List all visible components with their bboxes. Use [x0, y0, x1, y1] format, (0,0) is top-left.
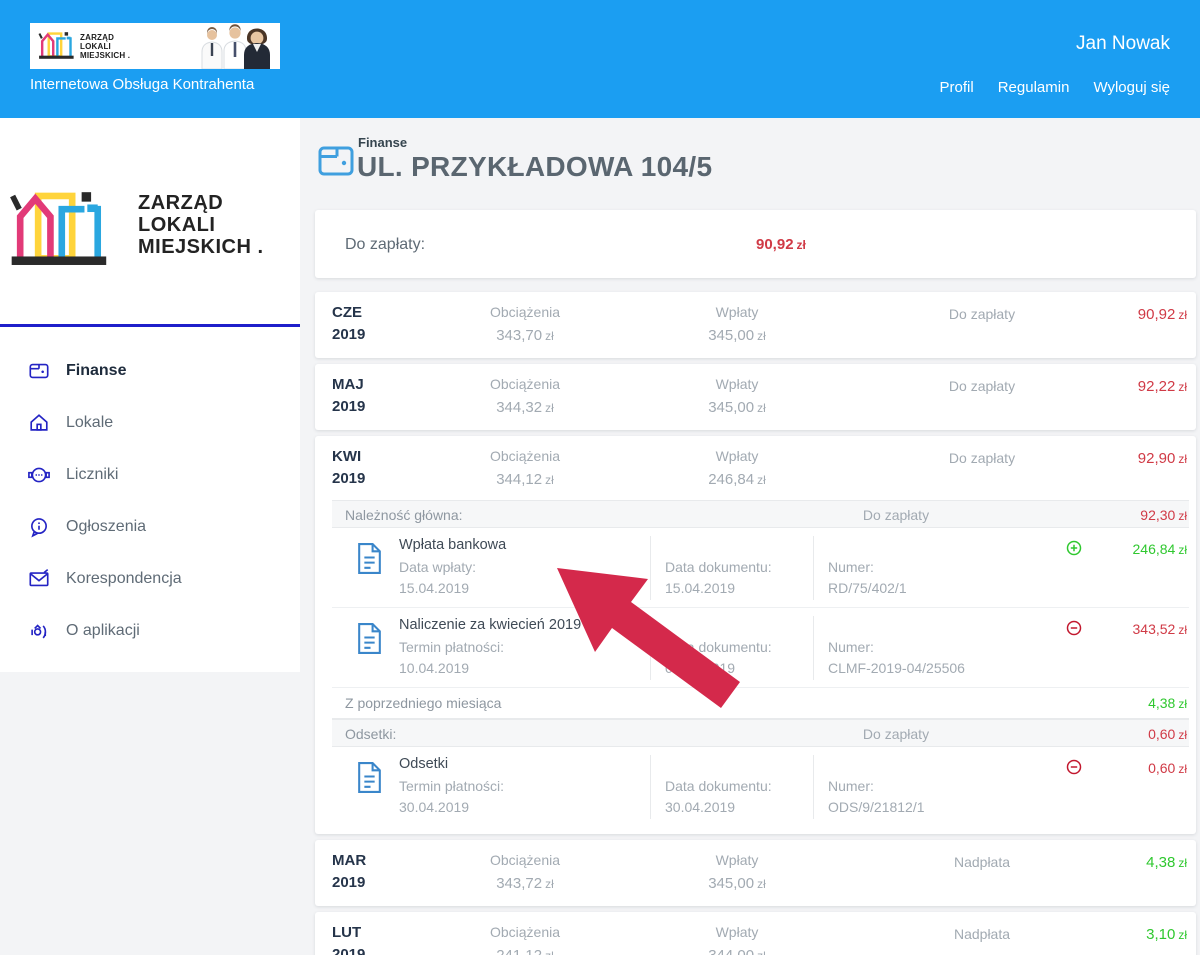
home-icon: [28, 412, 50, 434]
about-icon: [28, 620, 50, 642]
charges-column: Obciążenia 241,12zł: [445, 924, 605, 955]
main-content: Finanse UL. PRZYKŁADOWA 104/5 Do zapłaty…: [300, 118, 1200, 955]
charges-column: Obciążenia 343,72zł: [445, 852, 605, 892]
balance-amount: 3,10zł: [1146, 926, 1187, 943]
meter-icon: [28, 464, 50, 486]
page-header: Finanse UL. PRZYKŁADOWA 104/5: [300, 118, 1200, 210]
month-name: MAR2019: [332, 850, 366, 894]
document-amount: 343,52zł: [1133, 621, 1188, 637]
sidebar-item-label: Korespondencja: [66, 570, 182, 588]
brand-logo[interactable]: ZARZĄD LOKALI MIEJSKICH .: [30, 23, 280, 69]
document-amount: 0,60zł: [1148, 760, 1187, 776]
brand-people-image: [188, 23, 280, 69]
month-name: LUT2019: [332, 922, 365, 955]
top-header-bar: ZARZĄD LOKALI MIEJSKICH . Internetowa Ob…: [0, 0, 1200, 118]
wallet-icon: [28, 360, 50, 382]
sidebar-item-o-aplikacji[interactable]: O aplikacji: [0, 605, 300, 657]
carryover-row: Z poprzedniego miesiąca 4,38zł: [332, 688, 1189, 719]
month-row-mar-2019[interactable]: MAR2019 Obciążenia 343,72zł Wpłaty 345,0…: [315, 840, 1196, 906]
charges-column: Obciążenia 344,12zł: [445, 448, 605, 488]
balance-label: Nadpłata: [902, 854, 1062, 870]
sidebar: ZARZĄD LOKALI MIEJSKICH . Finanse Lokale: [0, 118, 300, 672]
sidebar-brand-wordmark: ZARZĄD LOKALI MIEJSKICH .: [138, 192, 264, 258]
balance-label: Do zapłaty: [902, 450, 1062, 466]
carryover-amount: 4,38zł: [1148, 695, 1187, 711]
brand-line-1: ZARZĄD: [80, 33, 130, 42]
sidebar-item-korespondencja[interactable]: Korespondencja: [0, 553, 300, 605]
nav-logout-link[interactable]: Wyloguj się: [1093, 79, 1170, 96]
balance-amount: 92,90zł: [1138, 450, 1187, 467]
sidebar-item-label: Lokale: [66, 414, 113, 432]
brand-line-3: MIEJSKICH .: [138, 236, 264, 258]
sidebar-item-finanse[interactable]: Finanse: [0, 345, 300, 397]
document-row-naliczenie: Naliczenie za kwiecień 2019 Termin płatn…: [332, 608, 1189, 688]
info-bubble-icon: [28, 516, 50, 538]
charges-column: Obciążenia 344,32zł: [445, 376, 605, 416]
brand-line-2: LOKALI: [80, 42, 130, 51]
section-header-odsetki: Odsetki: Do zapłaty 0,60zł: [332, 719, 1189, 747]
breadcrumb: Finanse: [358, 135, 407, 150]
brand-line-1: ZARZĄD: [138, 192, 264, 214]
user-name[interactable]: Jan Nowak: [1076, 33, 1170, 55]
document-icon: [356, 761, 383, 794]
payments-column: Wpłaty 345,00zł: [657, 304, 817, 344]
sidebar-divider: [0, 324, 300, 327]
sidebar-item-label: Ogłoszenia: [66, 518, 146, 536]
document-amount: 246,84zł: [1133, 541, 1188, 557]
balance-label: Do zapłaty: [902, 306, 1062, 322]
month-name: KWI2019: [332, 446, 365, 490]
sidebar-brand-houses-icon: [6, 192, 110, 268]
month-row-maj-2019[interactable]: MAJ2019 Obciążenia 344,32zł Wpłaty 345,0…: [315, 364, 1196, 430]
sidebar-menu: Finanse Lokale Liczniki: [0, 345, 300, 657]
brand-line-3: MIEJSKICH .: [80, 51, 130, 60]
document-icon: [356, 542, 383, 575]
balance-amount: 90,92zł: [1138, 306, 1187, 323]
payments-column: Wpłaty 345,00zł: [657, 852, 817, 892]
charges-column: Obciążenia 343,70zł: [445, 304, 605, 344]
brand-wordmark: ZARZĄD LOKALI MIEJSKICH .: [80, 33, 130, 60]
nav-regulamin-link[interactable]: Regulamin: [998, 79, 1070, 96]
month-row-cze-2019[interactable]: CZE2019 Obciążenia 343,70zł Wpłaty 345,0…: [315, 292, 1196, 358]
envelope-icon: [28, 568, 50, 590]
summary-amount: 90,92zł: [756, 236, 806, 253]
month-row-lut-2019[interactable]: LUT2019 Obciążenia 241,12zł Wpłaty 344,0…: [315, 912, 1196, 955]
finance-wallet-icon: [318, 146, 354, 176]
sidebar-item-liczniki[interactable]: Liczniki: [0, 449, 300, 501]
balance-amount: 4,38zł: [1146, 854, 1187, 871]
document-row-odsetki: Odsetki Termin płatności: 30.04.2019 Dat…: [332, 747, 1189, 827]
month-details: Należność główna: Do zapłaty 92,30zł Wpł…: [332, 500, 1189, 827]
minus-circle-icon: [1066, 759, 1082, 775]
top-nav: Profil Regulamin Wyloguj się: [940, 79, 1170, 96]
minus-circle-icon: [1066, 620, 1082, 636]
month-row-kwi-2019-expanded: KWI2019 Obciążenia 344,12zł Wpłaty 246,8…: [315, 436, 1196, 834]
balance-label: Nadpłata: [902, 926, 1062, 942]
sidebar-item-ogloszenia[interactable]: Ogłoszenia: [0, 501, 300, 553]
nav-profil-link[interactable]: Profil: [940, 79, 974, 96]
month-name: CZE2019: [332, 302, 365, 346]
document-row-wplata-bankowa: Wpłata bankowa Data wpłaty: 15.04.2019 D…: [332, 528, 1189, 608]
document-icon: [356, 622, 383, 655]
plus-circle-icon: [1066, 540, 1082, 556]
page-title: UL. PRZYKŁADOWA 104/5: [357, 151, 712, 183]
summary-label: Do zapłaty:: [345, 236, 425, 254]
sidebar-item-label: Liczniki: [66, 466, 118, 484]
payments-column: Wpłaty 246,84zł: [657, 448, 817, 488]
balance-amount: 92,22zł: [1138, 378, 1187, 395]
section-amount: 0,60zł: [1148, 726, 1187, 742]
month-summary-row[interactable]: KWI2019 Obciążenia 344,12zł Wpłaty 246,8…: [315, 436, 1196, 500]
payments-column: Wpłaty 345,00zł: [657, 376, 817, 416]
sidebar-item-label: O aplikacji: [66, 622, 140, 640]
sidebar-item-label: Finanse: [66, 362, 126, 380]
brand-houses-icon: [37, 32, 75, 60]
payments-column: Wpłaty 344,00zł: [657, 924, 817, 955]
balance-label: Do zapłaty: [902, 378, 1062, 394]
sidebar-item-lokale[interactable]: Lokale: [0, 397, 300, 449]
month-name: MAJ2019: [332, 374, 365, 418]
brand-line-2: LOKALI: [138, 214, 264, 236]
section-header-naleznosc-glowna: Należność główna: Do zapłaty 92,30zł: [332, 500, 1189, 528]
summary-card: Do zapłaty: 90,92zł: [315, 210, 1196, 278]
app-subtitle: Internetowa Obsługa Kontrahenta: [30, 76, 254, 93]
section-amount: 92,30zł: [1140, 507, 1187, 523]
